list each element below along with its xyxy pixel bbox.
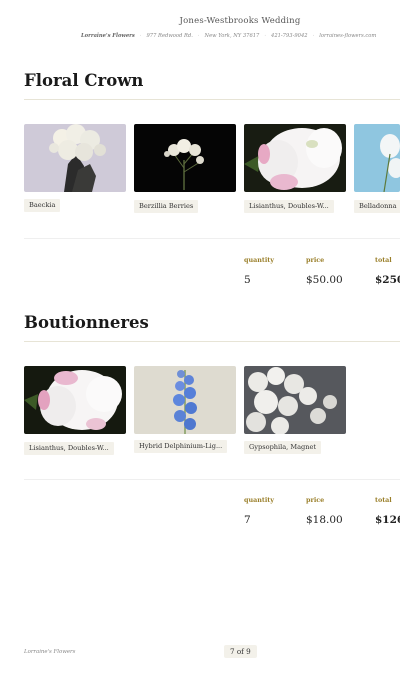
total-value: $250 xyxy=(375,274,400,286)
total-header: total xyxy=(375,256,392,264)
item-label: Berzillia Berries xyxy=(134,200,199,213)
total-value: $126. xyxy=(375,514,400,526)
item-label: Belladonna xyxy=(354,200,400,213)
item-label: Lisianthus, Doubles-W... xyxy=(24,442,114,455)
berzillia-photo xyxy=(134,124,236,192)
total-header: total xyxy=(375,496,392,504)
belladonna-photo xyxy=(354,124,400,192)
item-label: Lisianthus, Doubles-W... xyxy=(244,200,334,213)
footer-brand: Lorraine's Flowers xyxy=(24,649,76,655)
row-divider xyxy=(24,238,400,239)
quantity-header: quantity xyxy=(244,256,274,264)
vendor-city: New York, NY 37617 xyxy=(204,33,260,39)
item-label: Baeckia xyxy=(24,199,61,212)
item-label: Gypsophila, Magnet xyxy=(244,441,322,454)
baeckia-photo xyxy=(24,124,126,192)
section-title: Floral Crown xyxy=(24,71,144,90)
vendor-info: Lorraine's Flowers · 977 Redwood Rd. · New Y… xyxy=(81,33,377,39)
vendor-phone: 421-793-9042 xyxy=(271,33,308,39)
section-divider xyxy=(24,99,400,100)
vendor-name: Lorraine's Flowers xyxy=(81,33,135,39)
lisianthus-photo xyxy=(244,124,346,192)
document-header: Jones-Westbrooks Wedding xyxy=(0,16,400,26)
row-divider xyxy=(24,479,400,480)
quantity-header: quantity xyxy=(244,496,274,504)
price-header: price xyxy=(306,256,325,264)
section-title: Boutionneres xyxy=(24,313,149,332)
section-divider xyxy=(24,341,400,342)
vendor-website: lorraines-flowers.com xyxy=(319,33,377,39)
vendor-address: 977 Redwood Rd. xyxy=(146,33,193,39)
gypsophila-photo xyxy=(244,366,346,434)
quantity-value: 5 xyxy=(244,274,251,286)
delphinium-photo xyxy=(134,366,236,434)
price-value: $18.00 xyxy=(306,514,343,526)
price-value: $50.00 xyxy=(306,274,343,286)
quantity-value: 7 xyxy=(244,514,251,526)
item-label: Hybrid Delphinium-Lig... xyxy=(134,440,228,453)
price-header: price xyxy=(306,496,325,504)
lisianthus-photo xyxy=(24,366,126,434)
event-title: Jones-Westbrooks Wedding xyxy=(179,16,301,26)
page-indicator: 7 of 9 xyxy=(224,645,257,658)
